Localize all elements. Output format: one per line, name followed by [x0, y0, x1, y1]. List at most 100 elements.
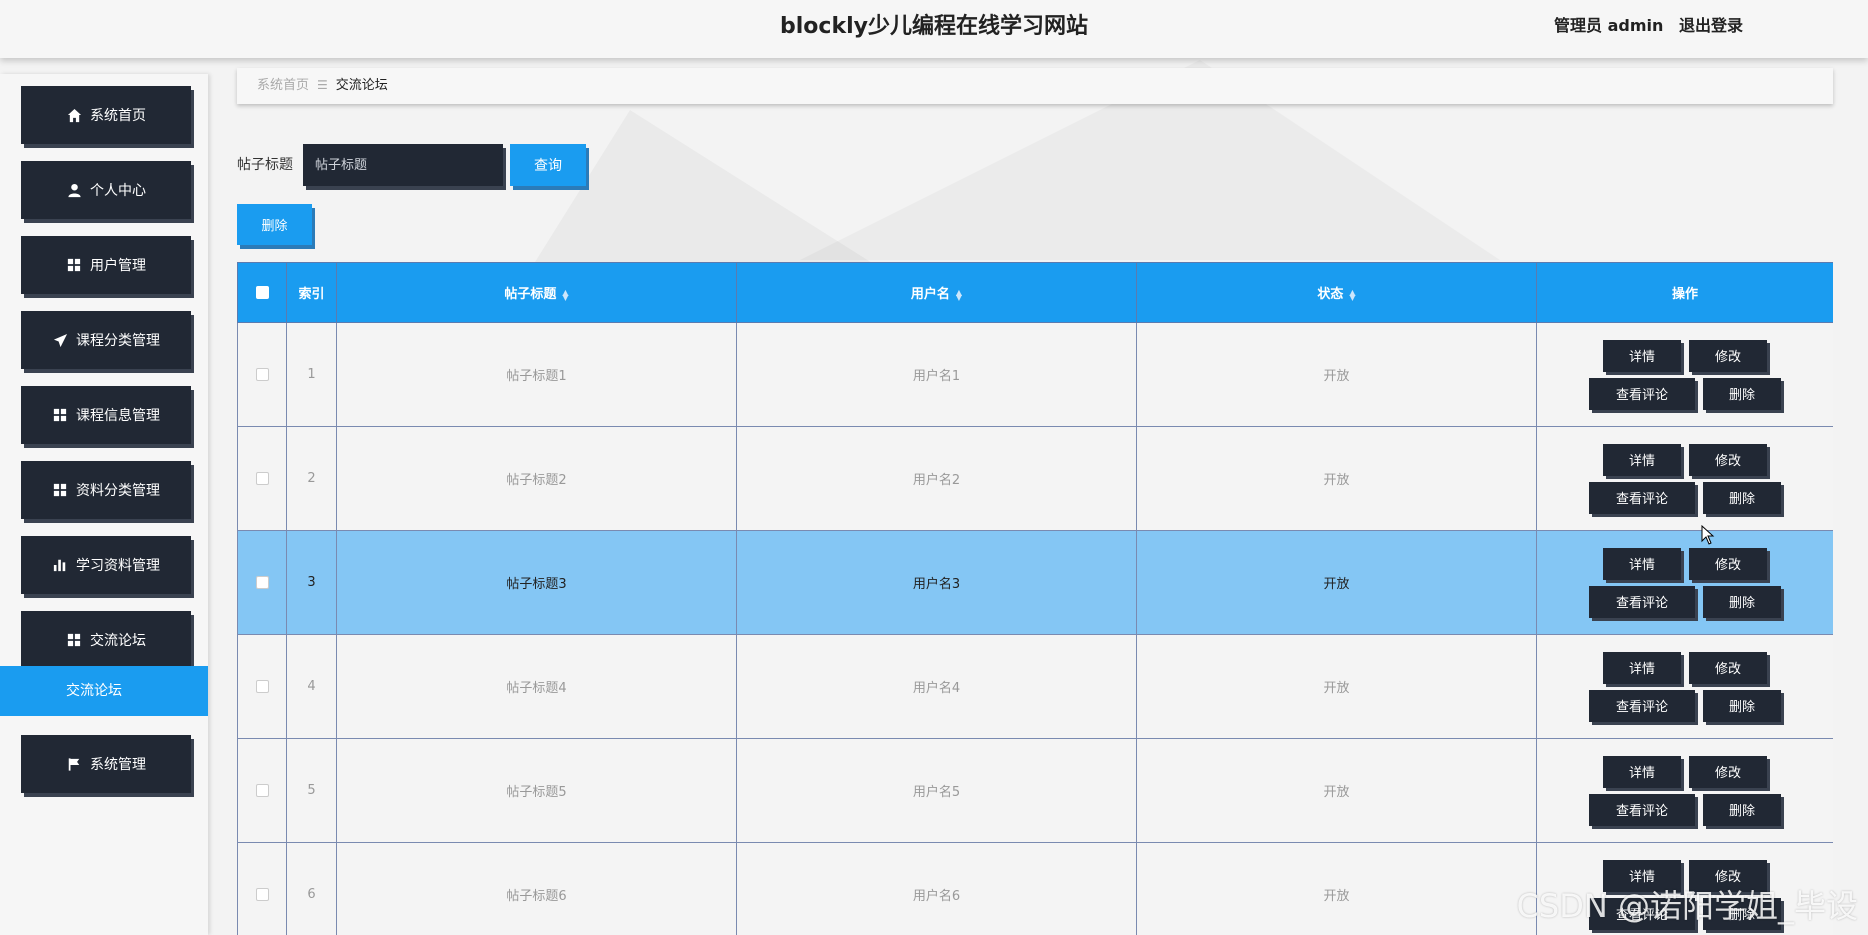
column-header-status[interactable]: 状态 ▲ ▼ — [1136, 262, 1537, 323]
edit-button[interactable]: 修改 — [1689, 443, 1767, 476]
view-comments-button[interactable]: 查看评论 — [1589, 793, 1695, 826]
ops-cell: 详情 修改查看评论 删除 — [1536, 530, 1833, 635]
table-row[interactable]: 5 帖子标题5 用户名5 开放 详情 修改 查看评论 删除 — [237, 738, 1833, 843]
breadcrumb: 系统首页 ☰ 交流论坛 — [237, 68, 1833, 104]
sidebar-item-label: 系统首页 — [90, 108, 146, 124]
search-input[interactable] — [303, 144, 503, 186]
edit-button[interactable]: 修改 — [1689, 859, 1767, 892]
logout-link[interactable]: 退出登录 — [1679, 16, 1743, 35]
column-header-title[interactable]: 帖子标题 ▲ ▼ — [336, 262, 737, 323]
row-checkbox[interactable] — [255, 368, 269, 381]
column-header-label: 用户名 — [910, 287, 950, 302]
status-cell: 开放 — [1136, 634, 1537, 739]
view-comments-button[interactable]: 查看评论 — [1589, 481, 1695, 514]
sidebar-item-course-categories[interactable]: 课程分类管理 — [21, 311, 191, 369]
table-row[interactable]: 6 帖子标题6 用户名6 开放 详情 修改 查看评论 删除 — [237, 842, 1833, 935]
delete-row-button[interactable]: 删除 — [1703, 377, 1781, 410]
edit-button[interactable]: 修改 — [1689, 547, 1767, 580]
detail-button[interactable]: 详情 — [1603, 755, 1681, 788]
row-checkbox-cell — [237, 322, 287, 427]
sidebar-item-material-categories[interactable]: 资料分类管理 — [21, 461, 191, 519]
username-cell: 用户名3 — [736, 530, 1137, 635]
column-header-label: 操作 — [1671, 287, 1698, 302]
sort-icon[interactable]: ▲ ▼ — [1349, 288, 1355, 301]
edit-button[interactable]: 修改 — [1689, 651, 1767, 684]
column-header-index: 索引 — [286, 262, 337, 323]
username-cell: 用户名1 — [736, 322, 1137, 427]
sidebar-item-forum[interactable]: 交流论坛 — [21, 611, 191, 669]
sidebar-item-learning-materials[interactable]: 学习资料管理 — [21, 536, 191, 594]
view-comments-button[interactable]: 查看评论 — [1589, 377, 1695, 410]
user-role-label: 管理员 admin — [1554, 16, 1664, 35]
grid-icon — [52, 482, 68, 498]
column-header-label: 帖子标题 — [504, 287, 557, 302]
breadcrumb-home[interactable]: 系统首页 — [257, 78, 309, 93]
row-checkbox[interactable] — [255, 888, 269, 901]
sidebar-item-label: 用户管理 — [90, 258, 146, 274]
username-cell: 用户名4 — [736, 634, 1137, 739]
row-actions-bottom: 查看评论 删除 — [1589, 689, 1781, 722]
row-actions-bottom: 查看评论 删除 — [1589, 897, 1781, 930]
view-comments-button[interactable]: 查看评论 — [1589, 897, 1695, 930]
delete-row-button[interactable]: 删除 — [1703, 897, 1781, 930]
index-cell: 3 — [286, 530, 337, 635]
sidebar-subitem-forum[interactable]: 交流论坛 — [0, 666, 208, 716]
sort-icon[interactable]: ▲ ▼ — [562, 288, 568, 301]
ops-cell: 详情 修改查看评论 删除 — [1536, 738, 1833, 843]
delete-row-button[interactable]: 删除 — [1703, 481, 1781, 514]
status-cell: 开放 — [1136, 842, 1537, 935]
row-checkbox[interactable] — [255, 472, 269, 485]
username-cell: 用户名5 — [736, 738, 1137, 843]
table-header-row: 索引 帖子标题 ▲ ▼ 用户名 ▲ ▼ 状态 ▲ ▼ 操作 — [237, 262, 1833, 323]
detail-button[interactable]: 详情 — [1603, 443, 1681, 476]
view-comments-button[interactable]: 查看评论 — [1589, 585, 1695, 618]
delete-row-button[interactable]: 删除 — [1703, 689, 1781, 722]
sidebar-item-profile[interactable]: 个人中心 — [21, 161, 191, 219]
edit-button[interactable]: 修改 — [1689, 755, 1767, 788]
table-row[interactable]: 2 帖子标题2 用户名2 开放 详情 修改 查看评论 删除 — [237, 426, 1833, 531]
ops-cell: 详情 修改查看评论 删除 — [1536, 426, 1833, 531]
table-row[interactable]: 3 帖子标题3 用户名3 开放 详情 修改 查看评论 删除 — [237, 530, 1833, 635]
ops-cell: 详情 修改查看评论 删除 — [1536, 634, 1833, 739]
delete-row-button[interactable]: 删除 — [1703, 585, 1781, 618]
user-icon — [66, 182, 82, 198]
column-header-ops: 操作 — [1536, 262, 1833, 323]
column-header-username[interactable]: 用户名 ▲ ▼ — [736, 262, 1137, 323]
detail-button[interactable]: 详情 — [1603, 547, 1681, 580]
status-cell: 开放 — [1136, 738, 1537, 843]
table-row[interactable]: 1 帖子标题1 用户名1 开放 详情 修改 查看评论 删除 — [237, 322, 1833, 427]
title-cell: 帖子标题2 — [336, 426, 737, 531]
select-all-checkbox[interactable] — [255, 286, 269, 299]
row-actions-top: 详情 修改 — [1603, 339, 1767, 372]
sidebar-item-label: 课程信息管理 — [76, 408, 160, 424]
sidebar-item-course-info[interactable]: 课程信息管理 — [21, 386, 191, 444]
title-cell: 帖子标题5 — [336, 738, 737, 843]
row-actions-bottom: 查看评论 删除 — [1589, 585, 1781, 618]
table-row[interactable]: 4 帖子标题4 用户名4 开放 详情 修改 查看评论 删除 — [237, 634, 1833, 739]
query-button[interactable]: 查询 — [510, 144, 586, 186]
edit-button[interactable]: 修改 — [1689, 339, 1767, 372]
delete-row-button[interactable]: 删除 — [1703, 793, 1781, 826]
bar-chart-icon — [52, 557, 68, 573]
detail-button[interactable]: 详情 — [1603, 859, 1681, 892]
view-comments-button[interactable]: 查看评论 — [1589, 689, 1695, 722]
sort-icon[interactable]: ▲ ▼ — [956, 288, 962, 301]
sidebar-item-users[interactable]: 用户管理 — [21, 236, 191, 294]
detail-button[interactable]: 详情 — [1603, 339, 1681, 372]
row-checkbox[interactable] — [255, 576, 269, 589]
row-checkbox[interactable] — [255, 680, 269, 693]
row-checkbox[interactable] — [255, 784, 269, 797]
sidebar-item-label: 课程分类管理 — [76, 333, 160, 349]
detail-button[interactable]: 详情 — [1603, 651, 1681, 684]
row-actions-top: 详情 修改 — [1603, 755, 1767, 788]
title-cell: 帖子标题6 — [336, 842, 737, 935]
row-actions: 详情 修改查看评论 删除 — [1537, 443, 1833, 514]
ops-cell: 详情 修改查看评论 删除 — [1536, 842, 1833, 935]
top-header: blockly少儿编程在线学习网站 管理员 admin 退出登录 — [0, 0, 1868, 58]
bulk-delete-button[interactable]: 删除 — [237, 204, 312, 245]
sidebar-item-home[interactable]: 系统首页 — [21, 86, 191, 144]
sidebar-item-system[interactable]: 系统管理 — [21, 735, 191, 793]
row-checkbox-cell — [237, 634, 287, 739]
sidebar-item-label: 学习资料管理 — [76, 558, 160, 574]
column-header-label: 索引 — [298, 287, 325, 302]
